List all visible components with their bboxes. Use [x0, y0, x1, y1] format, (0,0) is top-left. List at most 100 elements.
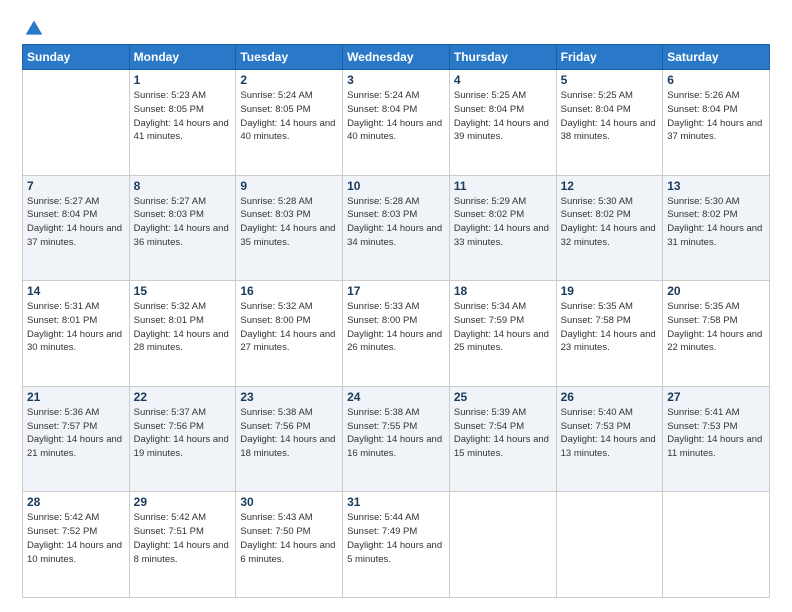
- day-number: 10: [347, 179, 445, 193]
- day-info: Sunrise: 5:31 AM Sunset: 8:01 PM Dayligh…: [27, 300, 125, 355]
- day-number: 2: [240, 73, 338, 87]
- calendar-cell: 16 Sunrise: 5:32 AM Sunset: 8:00 PM Dayli…: [236, 281, 343, 387]
- day-number: 1: [134, 73, 232, 87]
- calendar-cell: 25 Sunrise: 5:39 AM Sunset: 7:54 PM Dayli…: [449, 386, 556, 492]
- day-number: 26: [561, 390, 659, 404]
- day-number: 21: [27, 390, 125, 404]
- calendar-header-tuesday: Tuesday: [236, 45, 343, 70]
- calendar-cell: 18 Sunrise: 5:34 AM Sunset: 7:59 PM Dayli…: [449, 281, 556, 387]
- calendar-cell: 14 Sunrise: 5:31 AM Sunset: 8:01 PM Dayli…: [23, 281, 130, 387]
- day-number: 23: [240, 390, 338, 404]
- header: [22, 18, 770, 34]
- calendar-table: SundayMondayTuesdayWednesdayThursdayFrid…: [22, 44, 770, 598]
- calendar-cell: 4 Sunrise: 5:25 AM Sunset: 8:04 PM Daylig…: [449, 70, 556, 176]
- day-number: 28: [27, 495, 125, 509]
- day-info: Sunrise: 5:40 AM Sunset: 7:53 PM Dayligh…: [561, 406, 659, 461]
- day-info: Sunrise: 5:30 AM Sunset: 8:02 PM Dayligh…: [561, 195, 659, 250]
- calendar-cell: [663, 492, 770, 598]
- day-info: Sunrise: 5:44 AM Sunset: 7:49 PM Dayligh…: [347, 511, 445, 566]
- day-info: Sunrise: 5:34 AM Sunset: 7:59 PM Dayligh…: [454, 300, 552, 355]
- logo-icon: [24, 18, 44, 38]
- day-info: Sunrise: 5:42 AM Sunset: 7:52 PM Dayligh…: [27, 511, 125, 566]
- day-number: 15: [134, 284, 232, 298]
- logo: [22, 18, 44, 34]
- calendar-cell: [23, 70, 130, 176]
- calendar-cell: 28 Sunrise: 5:42 AM Sunset: 7:52 PM Dayli…: [23, 492, 130, 598]
- calendar-week-4: 21Sunrise: 5:36 AM Sunset: 7:57 PM Dayli…: [23, 386, 770, 492]
- calendar-week-5: 28 Sunrise: 5:42 AM Sunset: 7:52 PM Dayli…: [23, 492, 770, 598]
- calendar-cell: 2 Sunrise: 5:24 AM Sunset: 8:05 PM Daylig…: [236, 70, 343, 176]
- day-info: Sunrise: 5:30 AM Sunset: 8:02 PM Dayligh…: [667, 195, 765, 250]
- calendar-cell: 3 Sunrise: 5:24 AM Sunset: 8:04 PM Daylig…: [343, 70, 450, 176]
- calendar-cell: 31 Sunrise: 5:44 AM Sunset: 7:49 PM Dayli…: [343, 492, 450, 598]
- calendar-header-friday: Friday: [556, 45, 663, 70]
- calendar-cell: 5Sunrise: 5:25 AM Sunset: 8:04 PM Daylig…: [556, 70, 663, 176]
- day-info: Sunrise: 5:24 AM Sunset: 8:04 PM Dayligh…: [347, 89, 445, 144]
- calendar-cell: 7 Sunrise: 5:27 AM Sunset: 8:04 PM Daylig…: [23, 175, 130, 281]
- calendar-cell: 15 Sunrise: 5:32 AM Sunset: 8:01 PM Dayli…: [129, 281, 236, 387]
- calendar-cell: 19Sunrise: 5:35 AM Sunset: 7:58 PM Dayli…: [556, 281, 663, 387]
- day-info: Sunrise: 5:37 AM Sunset: 7:56 PM Dayligh…: [134, 406, 232, 461]
- calendar-cell: 21Sunrise: 5:36 AM Sunset: 7:57 PM Dayli…: [23, 386, 130, 492]
- day-info: Sunrise: 5:38 AM Sunset: 7:55 PM Dayligh…: [347, 406, 445, 461]
- calendar-header-saturday: Saturday: [663, 45, 770, 70]
- day-number: 16: [240, 284, 338, 298]
- day-number: 29: [134, 495, 232, 509]
- day-info: Sunrise: 5:35 AM Sunset: 7:58 PM Dayligh…: [667, 300, 765, 355]
- calendar-cell: 12 Sunrise: 5:30 AM Sunset: 8:02 PM Dayli…: [556, 175, 663, 281]
- calendar-week-3: 14 Sunrise: 5:31 AM Sunset: 8:01 PM Dayli…: [23, 281, 770, 387]
- day-number: 7: [27, 179, 125, 193]
- calendar-cell: 17Sunrise: 5:33 AM Sunset: 8:00 PM Dayli…: [343, 281, 450, 387]
- day-number: 17: [347, 284, 445, 298]
- day-number: 31: [347, 495, 445, 509]
- day-number: 14: [27, 284, 125, 298]
- day-number: 18: [454, 284, 552, 298]
- calendar-cell: 23Sunrise: 5:38 AM Sunset: 7:56 PM Dayli…: [236, 386, 343, 492]
- calendar-header-sunday: Sunday: [23, 45, 130, 70]
- calendar-week-2: 7 Sunrise: 5:27 AM Sunset: 8:04 PM Daylig…: [23, 175, 770, 281]
- day-number: 4: [454, 73, 552, 87]
- calendar-cell: 9 Sunrise: 5:28 AM Sunset: 8:03 PM Daylig…: [236, 175, 343, 281]
- calendar-cell: 24 Sunrise: 5:38 AM Sunset: 7:55 PM Dayli…: [343, 386, 450, 492]
- day-info: Sunrise: 5:42 AM Sunset: 7:51 PM Dayligh…: [134, 511, 232, 566]
- calendar-cell: 27Sunrise: 5:41 AM Sunset: 7:53 PM Dayli…: [663, 386, 770, 492]
- calendar-cell: 1 Sunrise: 5:23 AM Sunset: 8:05 PM Daylig…: [129, 70, 236, 176]
- calendar-cell: 8 Sunrise: 5:27 AM Sunset: 8:03 PM Daylig…: [129, 175, 236, 281]
- day-number: 24: [347, 390, 445, 404]
- day-info: Sunrise: 5:39 AM Sunset: 7:54 PM Dayligh…: [454, 406, 552, 461]
- day-info: Sunrise: 5:25 AM Sunset: 8:04 PM Dayligh…: [454, 89, 552, 144]
- day-number: 13: [667, 179, 765, 193]
- calendar-cell: [449, 492, 556, 598]
- calendar-cell: 26 Sunrise: 5:40 AM Sunset: 7:53 PM Dayli…: [556, 386, 663, 492]
- calendar-header-thursday: Thursday: [449, 45, 556, 70]
- day-number: 6: [667, 73, 765, 87]
- calendar-cell: 22 Sunrise: 5:37 AM Sunset: 7:56 PM Dayli…: [129, 386, 236, 492]
- day-info: Sunrise: 5:28 AM Sunset: 8:03 PM Dayligh…: [240, 195, 338, 250]
- calendar-cell: [556, 492, 663, 598]
- day-number: 22: [134, 390, 232, 404]
- day-info: Sunrise: 5:23 AM Sunset: 8:05 PM Dayligh…: [134, 89, 232, 144]
- day-info: Sunrise: 5:28 AM Sunset: 8:03 PM Dayligh…: [347, 195, 445, 250]
- day-info: Sunrise: 5:32 AM Sunset: 8:00 PM Dayligh…: [240, 300, 338, 355]
- day-number: 27: [667, 390, 765, 404]
- day-info: Sunrise: 5:32 AM Sunset: 8:01 PM Dayligh…: [134, 300, 232, 355]
- day-number: 9: [240, 179, 338, 193]
- day-info: Sunrise: 5:24 AM Sunset: 8:05 PM Dayligh…: [240, 89, 338, 144]
- day-number: 3: [347, 73, 445, 87]
- day-info: Sunrise: 5:26 AM Sunset: 8:04 PM Dayligh…: [667, 89, 765, 144]
- day-info: Sunrise: 5:27 AM Sunset: 8:03 PM Dayligh…: [134, 195, 232, 250]
- day-number: 8: [134, 179, 232, 193]
- day-number: 12: [561, 179, 659, 193]
- logo-text: [22, 18, 44, 38]
- day-info: Sunrise: 5:29 AM Sunset: 8:02 PM Dayligh…: [454, 195, 552, 250]
- day-info: Sunrise: 5:43 AM Sunset: 7:50 PM Dayligh…: [240, 511, 338, 566]
- calendar-cell: 20 Sunrise: 5:35 AM Sunset: 7:58 PM Dayli…: [663, 281, 770, 387]
- calendar-cell: 11Sunrise: 5:29 AM Sunset: 8:02 PM Dayli…: [449, 175, 556, 281]
- calendar-cell: 29 Sunrise: 5:42 AM Sunset: 7:51 PM Dayli…: [129, 492, 236, 598]
- calendar-header-row: SundayMondayTuesdayWednesdayThursdayFrid…: [23, 45, 770, 70]
- day-number: 25: [454, 390, 552, 404]
- calendar-cell: 6 Sunrise: 5:26 AM Sunset: 8:04 PM Daylig…: [663, 70, 770, 176]
- day-number: 19: [561, 284, 659, 298]
- day-info: Sunrise: 5:27 AM Sunset: 8:04 PM Dayligh…: [27, 195, 125, 250]
- day-number: 20: [667, 284, 765, 298]
